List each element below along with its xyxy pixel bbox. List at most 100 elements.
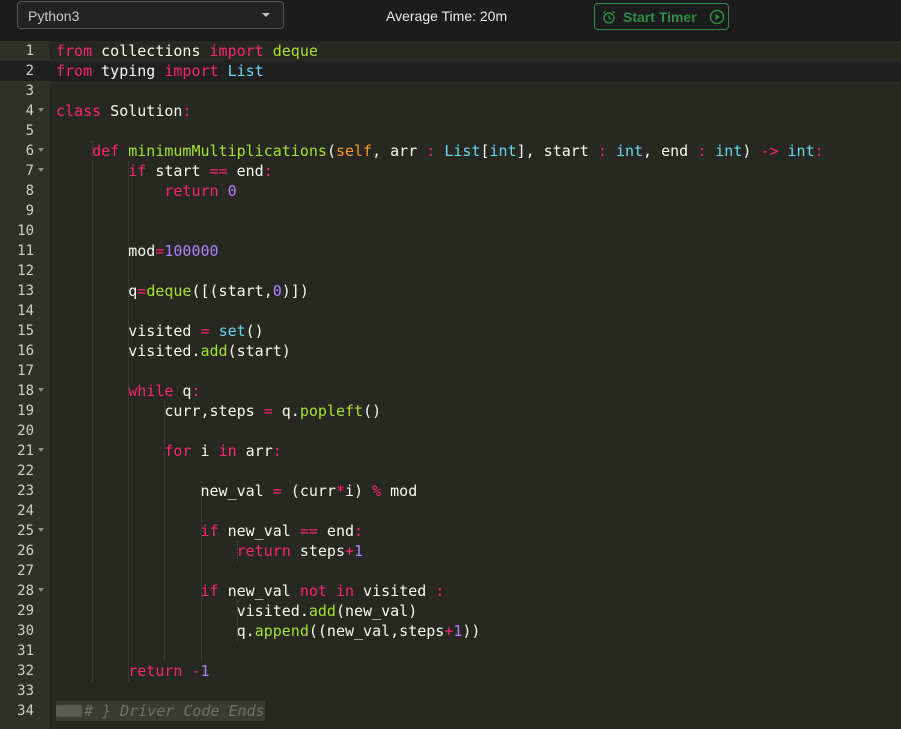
- code-text: return steps+1: [236, 542, 364, 560]
- line-number[interactable]: 19: [0, 401, 34, 421]
- line-number[interactable]: 1: [0, 41, 34, 61]
- code-editor[interactable]: 1 from collections import deque 2 from typi…: [0, 41, 901, 729]
- code-line[interactable]: 9: [0, 201, 901, 221]
- line-number[interactable]: 15: [0, 321, 34, 341]
- code-line[interactable]: 16 visited.add(start): [0, 341, 901, 361]
- line-number[interactable]: 18: [0, 381, 34, 401]
- code-line[interactable]: 25 if new_val == end:: [0, 521, 901, 541]
- code-text: from typing import List: [56, 62, 264, 80]
- average-time-label: Average Time: 20m: [386, 8, 508, 24]
- line-number[interactable]: 25: [0, 521, 34, 541]
- code-line[interactable]: 24: [0, 501, 901, 521]
- fold-arrow-icon[interactable]: [38, 388, 44, 392]
- line-number[interactable]: 24: [0, 501, 34, 521]
- indent-guide: [164, 401, 166, 661]
- code-line[interactable]: 5: [0, 121, 901, 141]
- line-number[interactable]: 6: [0, 141, 34, 161]
- fold-arrow-icon[interactable]: [38, 448, 44, 452]
- line-number[interactable]: 32: [0, 661, 34, 681]
- code-text: curr,steps = q.popleft(): [56, 402, 382, 420]
- indent-guide: [92, 141, 94, 681]
- collapsed-fold-icon[interactable]: [56, 704, 82, 717]
- line-number[interactable]: 31: [0, 641, 34, 661]
- code-text: # } Driver Code Ends: [56, 701, 265, 721]
- line-number[interactable]: 22: [0, 461, 34, 481]
- code-line[interactable]: 1 from collections import deque: [0, 41, 901, 61]
- line-number[interactable]: 3: [0, 81, 34, 101]
- line-number[interactable]: 28: [0, 581, 34, 601]
- code-line[interactable]: 26 return steps+1: [0, 541, 901, 561]
- chevron-down-icon: [262, 13, 270, 17]
- code-line[interactable]: 20: [0, 421, 901, 441]
- language-select[interactable]: Python3: [17, 1, 284, 29]
- code-line[interactable]: 19 curr,steps = q.popleft(): [0, 401, 901, 421]
- line-number[interactable]: 21: [0, 441, 34, 461]
- line-number[interactable]: 7: [0, 161, 34, 181]
- code-line[interactable]: 27: [0, 561, 901, 581]
- line-number[interactable]: 27: [0, 561, 34, 581]
- code-line[interactable]: 32 return -1: [0, 661, 901, 681]
- code-line[interactable]: 34 # } Driver Code Ends: [0, 701, 901, 721]
- code-text: visited = set(): [56, 322, 264, 340]
- code-line[interactable]: 31: [0, 641, 901, 661]
- code-line[interactable]: 33: [0, 681, 901, 701]
- code-line[interactable]: 18 while q:: [0, 381, 901, 401]
- line-number[interactable]: 12: [0, 261, 34, 281]
- line-number[interactable]: 23: [0, 481, 34, 501]
- code-line[interactable]: 12: [0, 261, 901, 281]
- line-number[interactable]: 5: [0, 121, 34, 141]
- line-number[interactable]: 2: [0, 61, 34, 81]
- code-text: q.append((new_val,steps+1)): [56, 622, 481, 640]
- code-text: def minimumMultiplications(self, arr : L…: [92, 142, 824, 160]
- code-line[interactable]: 14: [0, 301, 901, 321]
- line-number[interactable]: 26: [0, 541, 34, 561]
- line-number[interactable]: 17: [0, 361, 34, 381]
- code-line[interactable]: 11 mod=100000: [0, 241, 901, 261]
- alarm-clock-icon: [603, 10, 615, 24]
- code-text: if start == end:: [128, 162, 273, 180]
- language-select-value: Python3: [28, 8, 80, 24]
- code-line[interactable]: 22: [0, 461, 901, 481]
- code-line[interactable]: 4 class Solution:: [0, 101, 901, 121]
- line-number[interactable]: 16: [0, 341, 34, 361]
- code-line[interactable]: 17: [0, 361, 901, 381]
- line-number[interactable]: 9: [0, 201, 34, 221]
- code-line[interactable]: 7 if start == end:: [0, 161, 901, 181]
- line-number[interactable]: 34: [0, 701, 34, 721]
- line-number[interactable]: 10: [0, 221, 34, 241]
- line-number[interactable]: 29: [0, 601, 34, 621]
- code-text: return 0: [164, 182, 237, 200]
- code-line[interactable]: 29 visited.add(new_val): [0, 601, 901, 621]
- code-line[interactable]: 15 visited = set(): [0, 321, 901, 341]
- code-line[interactable]: 10: [0, 221, 901, 241]
- line-number[interactable]: 33: [0, 681, 34, 701]
- code-line[interactable]: 3: [0, 81, 901, 101]
- code-text: for i in arr:: [164, 442, 282, 460]
- play-circle-icon: [709, 9, 725, 25]
- indent-guide: [200, 481, 202, 661]
- code-line[interactable]: 8 return 0: [0, 181, 901, 201]
- code-line[interactable]: 30 q.append((new_val,steps+1)): [0, 621, 901, 641]
- fold-arrow-icon[interactable]: [38, 588, 44, 592]
- code-text: new_val = (curr*i) % mod: [56, 482, 418, 500]
- line-number[interactable]: 11: [0, 241, 34, 261]
- code-line[interactable]: 13 q=deque([(start,0)]): [0, 281, 901, 301]
- fold-arrow-icon[interactable]: [38, 168, 44, 172]
- code-line[interactable]: 21 for i in arr:: [0, 441, 901, 461]
- editor-toolbar: Python3 Average Time: 20m Start Timer: [0, 0, 901, 41]
- line-number[interactable]: 8: [0, 181, 34, 201]
- start-timer-button[interactable]: Start Timer: [594, 3, 729, 30]
- code-line[interactable]: 6 def minimumMultiplications(self, arr :…: [0, 141, 901, 161]
- fold-arrow-icon[interactable]: [38, 108, 44, 112]
- line-number[interactable]: 13: [0, 281, 34, 301]
- line-number[interactable]: 4: [0, 101, 34, 121]
- line-number[interactable]: 14: [0, 301, 34, 321]
- code-line[interactable]: 28 if new_val not in visited :: [0, 581, 901, 601]
- line-number[interactable]: 20: [0, 421, 34, 441]
- code-text: if new_val == end:: [200, 522, 364, 540]
- fold-arrow-icon[interactable]: [38, 528, 44, 532]
- fold-arrow-icon[interactable]: [38, 148, 44, 152]
- code-line[interactable]: 2 from typing import List: [0, 61, 901, 81]
- code-line[interactable]: 23 new_val = (curr*i) % mod: [0, 481, 901, 501]
- line-number[interactable]: 30: [0, 621, 34, 641]
